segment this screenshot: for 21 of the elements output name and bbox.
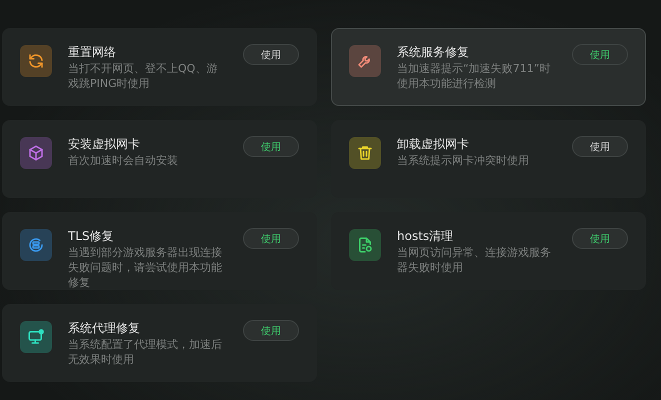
use-button[interactable]: 使用	[243, 228, 299, 249]
tool-description: 当网页访问异常、连接游戏服务器失败时使用	[397, 245, 552, 275]
tool-description: 当系统配置了代理模式，加速后无效果时使用	[68, 337, 223, 367]
use-button[interactable]: 使用	[243, 44, 299, 65]
tool-title: 卸载虚拟网卡	[397, 136, 470, 152]
tool-title: 重置网络	[68, 44, 117, 60]
use-button[interactable]: 使用	[572, 44, 628, 65]
use-button[interactable]: 使用	[572, 136, 628, 157]
tool-title: 安装虚拟网卡	[68, 136, 141, 152]
tool-description: 首次加速时会自动安装	[68, 153, 179, 168]
tool-description: 当打不开网页、登不上QQ、游戏跳PING时使用	[68, 61, 218, 91]
use-button[interactable]: 使用	[243, 136, 299, 157]
tool-title: 系统代理修复	[68, 320, 141, 336]
use-button[interactable]: 使用	[572, 228, 628, 249]
use-button[interactable]: 使用	[243, 320, 299, 341]
tool-title: TLS修复	[68, 228, 115, 244]
tool-title: 系统服务修复	[397, 44, 470, 60]
tool-title: hosts清理	[397, 228, 454, 244]
tool-description: 当遇到部分游戏服务器出现连接失败问题时，请尝试使用本功能修复	[68, 245, 223, 290]
tool-description: 当加速器提示“加速失败711”时使用本功能进行检测	[397, 61, 552, 91]
tool-description: 当系统提示网卡冲突时使用	[397, 153, 530, 168]
